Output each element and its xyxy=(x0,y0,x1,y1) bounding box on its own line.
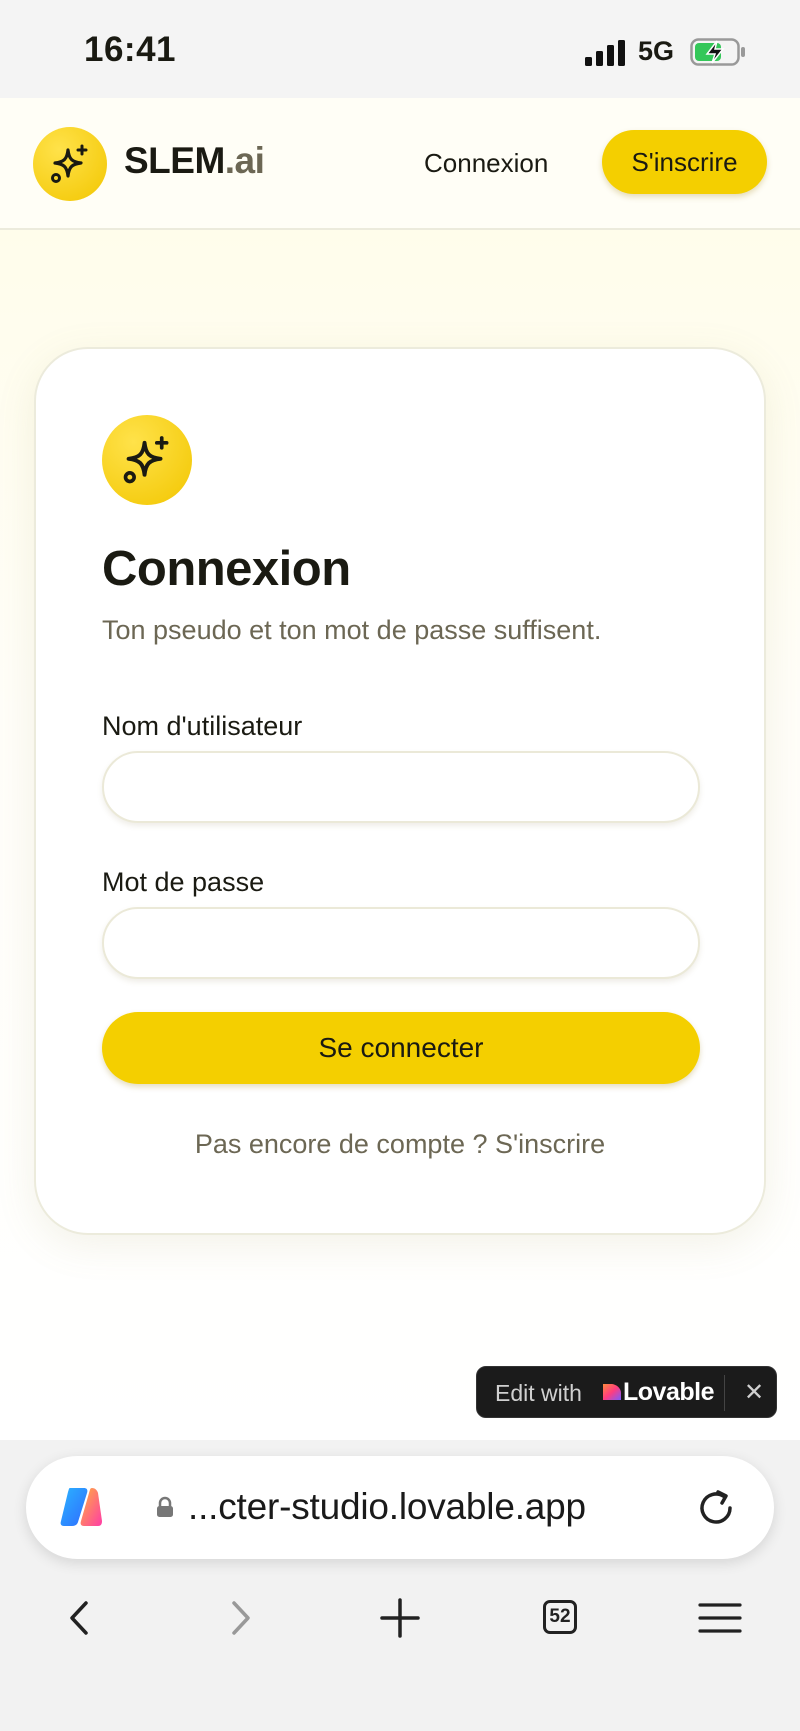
top-navbar: SLEM.ai Connexion S'inscrire xyxy=(0,98,800,230)
forward-button[interactable] xyxy=(210,1588,270,1648)
login-card: Connexion Ton pseudo et ton mot de passe… xyxy=(34,347,766,1235)
lovable-badge[interactable]: Edit with Lovable ✕ xyxy=(476,1366,777,1418)
menu-icon xyxy=(698,1603,742,1633)
login-submit-button[interactable]: Se connecter xyxy=(102,1012,700,1084)
login-link[interactable]: Connexion xyxy=(424,148,548,179)
url-text[interactable]: ...cter-studio.lovable.app xyxy=(188,1486,586,1528)
signal-icon xyxy=(585,40,625,66)
brand-name[interactable]: SLEM.ai xyxy=(124,140,265,182)
signup-button[interactable]: S'inscrire xyxy=(602,130,767,194)
password-label: Mot de passe xyxy=(102,867,265,897)
status-time: 16:41 xyxy=(84,30,177,69)
forward-icon xyxy=(232,1601,250,1635)
reload-icon[interactable] xyxy=(694,1486,738,1530)
battery-charging-icon xyxy=(690,38,745,66)
new-tab-icon xyxy=(380,1598,420,1638)
card-logo xyxy=(102,415,192,505)
password-input[interactable] xyxy=(102,907,700,979)
lovable-divider xyxy=(724,1375,725,1411)
back-button[interactable] xyxy=(50,1588,110,1648)
back-icon xyxy=(70,1601,88,1635)
menu-button[interactable] xyxy=(690,1588,750,1648)
browser-chrome: ...cter-studio.lovable.app 52 xyxy=(0,1440,800,1731)
lovable-brand: Lovable xyxy=(623,1378,714,1406)
logo[interactable] xyxy=(33,127,107,201)
tabs-icon[interactable]: 52 xyxy=(543,1600,577,1634)
username-label: Nom d'utilisateur xyxy=(102,711,303,741)
brand-suffix: .ai xyxy=(224,140,265,181)
sparkles-icon xyxy=(123,436,169,484)
lovable-badge-text: Edit with xyxy=(495,1380,582,1406)
brand-main: SLEM xyxy=(124,140,225,181)
close-icon[interactable]: ✕ xyxy=(734,1372,774,1412)
card-title: Connexion xyxy=(102,542,351,596)
address-bar[interactable]: ...cter-studio.lovable.app xyxy=(26,1456,774,1559)
lovable-logo-icon xyxy=(603,1384,621,1400)
lock-icon xyxy=(157,1496,173,1517)
status-bar: 16:41 5G xyxy=(0,0,800,98)
new-tab-button[interactable] xyxy=(370,1588,430,1648)
copilot-icon[interactable] xyxy=(56,1482,106,1532)
card-subtitle: Ton pseudo et ton mot de passe suffisent… xyxy=(102,615,602,645)
signup-link[interactable]: Pas encore de compte ? S'inscrire xyxy=(36,1129,764,1160)
network-type: 5G xyxy=(638,36,675,66)
username-input[interactable] xyxy=(102,751,700,823)
sparkles-icon xyxy=(51,144,88,183)
